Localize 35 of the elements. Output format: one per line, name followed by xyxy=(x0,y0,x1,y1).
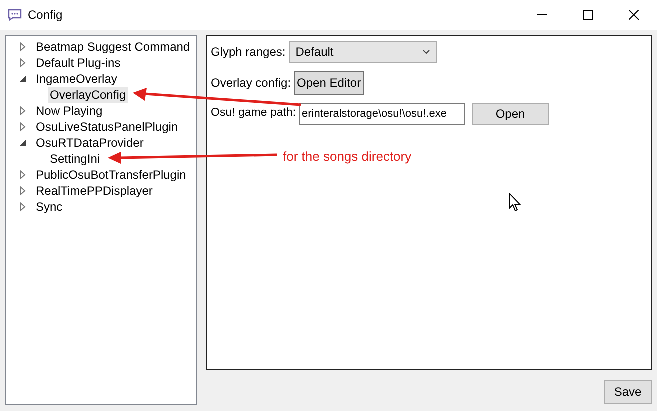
tree-item[interactable]: OsuRTDataProvider xyxy=(34,135,146,151)
field-label: Glyph ranges: xyxy=(211,44,286,61)
open-button[interactable]: Open xyxy=(472,103,550,125)
maximize-icon xyxy=(583,10,593,20)
field-label: Osu! game path: xyxy=(211,106,296,122)
tree-item[interactable]: Now Playing xyxy=(34,103,105,119)
collapsed-icon[interactable] xyxy=(18,122,28,132)
tree-item[interactable]: Beatmap Suggest Command xyxy=(34,39,192,55)
caret-icon xyxy=(422,50,430,54)
collapsed-icon[interactable] xyxy=(18,186,28,196)
open-editor-button[interactable]: Open Editor xyxy=(294,71,364,95)
collapsed-icon[interactable] xyxy=(18,202,28,212)
tree-item[interactable]: OverlayConfig xyxy=(48,87,128,103)
window-title: Config xyxy=(28,7,63,24)
collapsed-icon[interactable] xyxy=(18,106,28,116)
tree-item[interactable]: Sync xyxy=(34,199,65,215)
tree-item[interactable]: RealTimePPDisplayer xyxy=(34,183,155,199)
collapsed-icon[interactable] xyxy=(18,58,28,68)
game-path-field[interactable]: erinteralstorage\osu!\osu!.exe xyxy=(299,103,466,125)
tree-item[interactable]: SettingIni xyxy=(48,151,102,167)
expanded-icon[interactable] xyxy=(18,138,28,148)
tree-item[interactable]: IngameOverlay xyxy=(34,71,120,87)
collapsed-icon[interactable] xyxy=(18,170,28,180)
annotation-text: for the songs directory xyxy=(283,148,412,166)
tree-item[interactable]: OsuLiveStatusPanelPlugin xyxy=(34,119,180,135)
tree-item[interactable]: Default Plug-ins xyxy=(34,55,123,71)
glyph-ranges-dropdown[interactable]: Default xyxy=(288,41,437,63)
window-icon xyxy=(8,9,22,21)
field-label: Overlay config: xyxy=(211,75,292,92)
expanded-icon[interactable] xyxy=(18,74,28,84)
close-icon xyxy=(629,10,639,20)
mouse-cursor-icon xyxy=(509,193,521,212)
tree-item[interactable]: PublicOsuBotTransferPlugin xyxy=(34,167,188,183)
collapsed-icon[interactable] xyxy=(18,42,28,52)
save-button[interactable]: Save xyxy=(604,380,652,404)
